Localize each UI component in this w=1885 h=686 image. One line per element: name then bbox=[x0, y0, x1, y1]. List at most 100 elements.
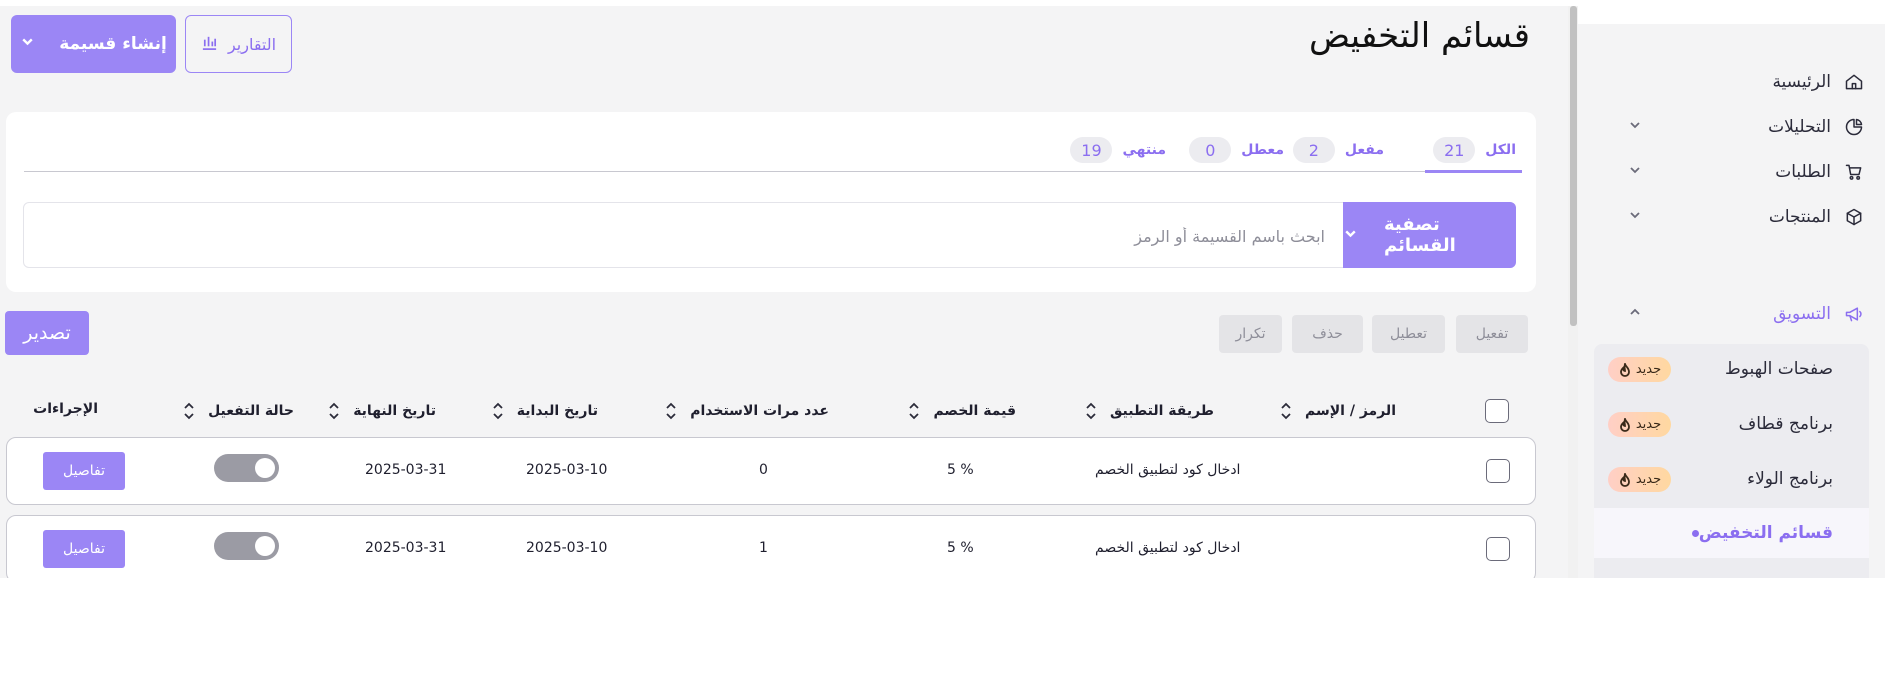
duplicate-button[interactable]: تكرار bbox=[1219, 315, 1282, 353]
table-header: الرمز / الإسم طريقة التطبيق قيمة الخصم ع… bbox=[6, 391, 1536, 431]
sidebar-subitem-loyalty[interactable]: برنامج الولاء جديد bbox=[1594, 454, 1869, 504]
chevron-down-icon[interactable] bbox=[1628, 162, 1648, 182]
create-coupon-label: إنشاء قسيمة bbox=[59, 34, 167, 54]
column-header-label: حالة التفعيل bbox=[208, 403, 294, 419]
start-date-cell: 2025-03-10 bbox=[526, 540, 608, 556]
sidebar-subitem-label: صفحات الهبوط bbox=[1725, 359, 1833, 379]
column-header-label: عدد مرات الاستخدام bbox=[690, 403, 829, 419]
tab-disabled[interactable]: معطل 0 bbox=[1189, 137, 1284, 163]
export-button[interactable]: تصدير bbox=[5, 311, 89, 355]
sidebar-header bbox=[1578, 0, 1885, 24]
filter-card: الكل 21 مفعل 2 معطل 0 منتهي 19 تصفية الق… bbox=[6, 112, 1536, 292]
column-header-actions: الإجراءات bbox=[33, 401, 98, 417]
search-input[interactable] bbox=[44, 221, 1325, 251]
sort-icon[interactable] bbox=[491, 401, 505, 421]
sort-icon[interactable] bbox=[664, 401, 678, 421]
sidebar: الرئيسية التحليلات الطلبات المنتجات التس… bbox=[1578, 0, 1885, 578]
search-bar: تصفية القسائم bbox=[23, 202, 1516, 268]
sort-icon[interactable] bbox=[327, 401, 341, 421]
sidebar-item-label: التحليلات bbox=[1768, 117, 1831, 137]
sort-icon[interactable] bbox=[907, 401, 921, 421]
tab-expired[interactable]: منتهي 19 bbox=[1070, 137, 1166, 163]
row-checkbox[interactable] bbox=[1486, 537, 1510, 561]
discount-value-cell: 5 % bbox=[947, 540, 974, 556]
reports-button[interactable]: التقارير bbox=[185, 15, 292, 73]
active-dot bbox=[1691, 529, 1699, 537]
column-header-label: تاريخ النهاية bbox=[353, 403, 436, 419]
chevron-down-icon bbox=[1343, 225, 1358, 246]
filter-coupons-button[interactable]: تصفية القسائم bbox=[1343, 202, 1516, 268]
delete-button[interactable]: حذف bbox=[1292, 315, 1363, 353]
usage-count-cell: 0 bbox=[759, 462, 768, 478]
start-date-cell: 2025-03-10 bbox=[526, 462, 608, 478]
row-checkbox[interactable] bbox=[1486, 459, 1510, 483]
column-header-label: طريقة التطبيق bbox=[1109, 403, 1214, 419]
sidebar-item-marketing[interactable]: التسويق bbox=[1602, 292, 1865, 336]
chevron-down-icon[interactable] bbox=[1628, 117, 1648, 137]
tab-count: 2 bbox=[1292, 137, 1335, 163]
table-row: ادخال كود لتطبيق الخصم 5 % 0 2025-03-10 … bbox=[6, 437, 1536, 505]
sidebar-subitem-label: برنامج الولاء bbox=[1747, 469, 1833, 489]
sidebar-item-products[interactable]: المنتجات bbox=[1602, 195, 1865, 239]
tab-label: معطل bbox=[1241, 142, 1284, 158]
column-header-label: قيمة الخصم bbox=[933, 403, 1016, 419]
end-date-cell: 2025-03-31 bbox=[365, 462, 447, 478]
sidebar-item-label: التسويق bbox=[1773, 304, 1831, 324]
sidebar-item-label: الطلبات bbox=[1775, 162, 1831, 182]
filter-coupons-label: تصفية القسائم bbox=[1384, 214, 1456, 256]
sidebar-subitem-qitaf[interactable]: برنامج قطاف جديد bbox=[1594, 399, 1869, 449]
status-toggle[interactable] bbox=[214, 532, 279, 560]
column-header-label: الرمز / الإسم bbox=[1305, 403, 1396, 419]
column-header-usage-count[interactable]: عدد مرات الاستخدام bbox=[664, 401, 829, 421]
flame-icon bbox=[1618, 415, 1632, 432]
apply-method-cell: ادخال كود لتطبيق الخصم bbox=[1095, 540, 1241, 556]
sidebar-item-analytics[interactable]: التحليلات bbox=[1602, 105, 1865, 149]
chevron-up-icon[interactable] bbox=[1628, 304, 1648, 324]
sidebar-item-home[interactable]: الرئيسية bbox=[1602, 60, 1865, 104]
home-icon bbox=[1843, 71, 1865, 93]
sort-icon[interactable] bbox=[182, 401, 196, 421]
sidebar-item-orders[interactable]: الطلبات bbox=[1602, 150, 1865, 194]
sidebar-item-label: المنتجات bbox=[1768, 207, 1831, 227]
tab-label: مفعل bbox=[1344, 142, 1384, 158]
status-toggle[interactable] bbox=[214, 454, 279, 482]
column-header-apply-method[interactable]: طريقة التطبيق bbox=[1084, 401, 1214, 421]
new-badge: جديد bbox=[1608, 467, 1671, 492]
status-tabs: الكل 21 مفعل 2 معطل 0 منتهي 19 bbox=[24, 122, 1522, 173]
column-header-start-date[interactable]: تاريخ البداية bbox=[491, 401, 598, 421]
sidebar-subitem-coupons[interactable]: قسائم التخفيض bbox=[1594, 508, 1869, 558]
sort-icon[interactable] bbox=[1279, 401, 1293, 421]
new-badge-label: جديد bbox=[1635, 417, 1662, 432]
reports-label: التقارير bbox=[227, 34, 277, 54]
column-header-status[interactable]: حالة التفعيل bbox=[182, 401, 294, 421]
select-all-checkbox[interactable] bbox=[1485, 399, 1509, 423]
discount-value-cell: 5 % bbox=[947, 462, 974, 478]
tab-count: 19 bbox=[1070, 137, 1113, 163]
tab-label: منتهي bbox=[1122, 142, 1166, 158]
bar-chart-icon bbox=[201, 34, 218, 55]
details-button[interactable]: تفاصيل bbox=[43, 452, 125, 490]
column-header-end-date[interactable]: تاريخ النهاية bbox=[327, 401, 436, 421]
details-button[interactable]: تفاصيل bbox=[43, 530, 125, 568]
sidebar-item-label: الرئيسية bbox=[1772, 72, 1831, 92]
create-coupon-button[interactable]: إنشاء قسيمة bbox=[11, 15, 176, 73]
column-header-label: الإجراءات bbox=[33, 401, 98, 417]
tab-label: الكل bbox=[1485, 142, 1516, 158]
chevron-down-icon[interactable] bbox=[1628, 207, 1648, 227]
column-header-code-name[interactable]: الرمز / الإسم bbox=[1279, 401, 1396, 421]
sidebar-subitem-label: قسائم التخفيض bbox=[1698, 523, 1833, 543]
activate-button[interactable]: تفعيل bbox=[1456, 315, 1528, 353]
column-header-discount-value[interactable]: قيمة الخصم bbox=[907, 401, 1016, 421]
new-badge-label: جديد bbox=[1635, 362, 1662, 377]
end-date-cell: 2025-03-31 bbox=[365, 540, 447, 556]
deactivate-button[interactable]: تعطيل bbox=[1372, 315, 1445, 353]
tab-count: 21 bbox=[1433, 137, 1476, 163]
apply-method-cell: ادخال كود لتطبيق الخصم bbox=[1095, 462, 1241, 478]
cart-icon bbox=[1843, 161, 1865, 183]
tab-all[interactable]: الكل 21 bbox=[1425, 137, 1522, 173]
main-scrollbar-thumb[interactable] bbox=[1570, 6, 1577, 326]
sort-icon[interactable] bbox=[1084, 401, 1098, 421]
tab-count: 0 bbox=[1189, 137, 1232, 163]
tab-active[interactable]: مفعل 2 bbox=[1292, 137, 1384, 163]
sidebar-subitem-landing-pages[interactable]: صفحات الهبوط جديد bbox=[1594, 344, 1869, 394]
